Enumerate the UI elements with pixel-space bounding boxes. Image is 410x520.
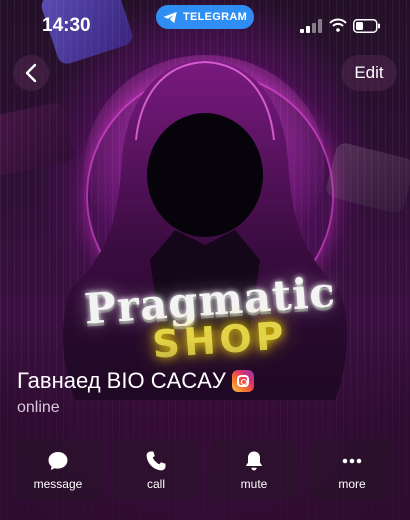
telegram-pill-label: TELEGRAM xyxy=(182,11,248,23)
more-dots-icon xyxy=(342,458,362,463)
call-label: call xyxy=(146,476,165,491)
bell-icon xyxy=(245,451,263,470)
wifi-icon xyxy=(329,18,347,32)
back-button[interactable] xyxy=(13,55,49,91)
telegram-pill[interactable]: TELEGRAM xyxy=(156,5,254,29)
chat-bubble-icon xyxy=(48,451,68,470)
profile-status: online xyxy=(17,399,60,416)
phone-icon xyxy=(146,451,166,470)
instagram-icon xyxy=(231,370,254,392)
profile-name-row: Гавнаед BIO CACAУ xyxy=(17,368,254,394)
more-button[interactable]: more xyxy=(307,439,397,500)
mute-label: mute xyxy=(240,476,268,491)
paper-plane-icon xyxy=(163,11,177,23)
message-label: message xyxy=(33,476,83,491)
battery-icon xyxy=(353,19,380,33)
chevron-left-icon xyxy=(25,63,37,83)
mute-button[interactable]: mute xyxy=(209,439,299,500)
more-label: more xyxy=(338,476,366,491)
call-button[interactable]: call xyxy=(111,439,201,500)
cellular-signal-icon xyxy=(300,19,322,33)
status-time: 14:30 xyxy=(42,15,91,36)
edit-button[interactable]: Edit xyxy=(341,55,397,91)
message-button[interactable]: message xyxy=(13,439,103,500)
profile-name: Гавнаед BIO CACAУ xyxy=(17,368,226,393)
profile-actions: message call mute more xyxy=(13,439,397,500)
